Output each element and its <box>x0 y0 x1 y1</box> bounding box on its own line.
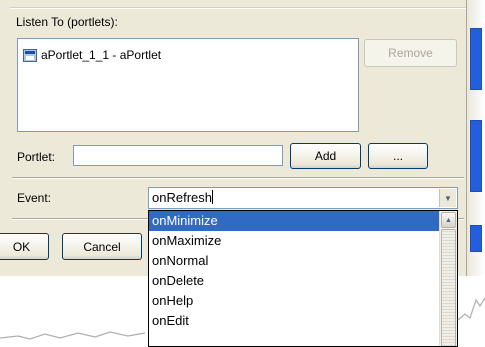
list-item-label: aPortlet_1_1 - aPortlet <box>41 48 162 62</box>
separator <box>12 177 464 179</box>
scroll-up-icon[interactable]: ▲ <box>441 212 456 228</box>
portlet-icon <box>23 48 37 62</box>
browse-button[interactable]: ... <box>368 143 428 169</box>
scroll-thumb[interactable] <box>441 229 456 346</box>
listen-to-label: Listen To (portlets): <box>14 15 120 29</box>
portlet-field[interactable] <box>73 145 283 166</box>
background-window-edge <box>467 0 485 276</box>
dropdown-option[interactable]: onNormal <box>149 251 457 271</box>
list-item[interactable]: aPortlet_1_1 - aPortlet <box>23 48 161 62</box>
dropdown-option[interactable]: onEdit <box>149 311 457 331</box>
add-button[interactable]: Add <box>290 143 361 169</box>
portlet-label: Portlet: <box>17 150 56 164</box>
dropdown-option[interactable]: onDelete <box>149 271 457 291</box>
portlet-listbox[interactable]: aPortlet_1_1 - aPortlet <box>17 38 359 132</box>
dropdown-option[interactable]: onMinimize <box>149 211 457 231</box>
dropdown-option[interactable]: onMaximize <box>149 231 457 251</box>
cancel-button[interactable]: Cancel <box>62 233 142 260</box>
event-combobox[interactable]: onRefresh ▼ <box>148 187 458 209</box>
ok-button[interactable]: OK <box>0 233 49 260</box>
event-label: Event: <box>17 191 52 205</box>
dropdown-scrollbar[interactable]: ▲ <box>439 211 457 346</box>
event-dropdown-list[interactable]: onMinimize onMaximize onNormal onDelete … <box>148 210 458 347</box>
group-border <box>10 7 466 9</box>
chevron-down-icon[interactable]: ▼ <box>439 189 456 207</box>
remove-button[interactable]: Remove <box>364 39 457 67</box>
event-combo-value: onRefresh <box>152 190 212 205</box>
dropdown-option[interactable]: onHelp <box>149 291 457 311</box>
